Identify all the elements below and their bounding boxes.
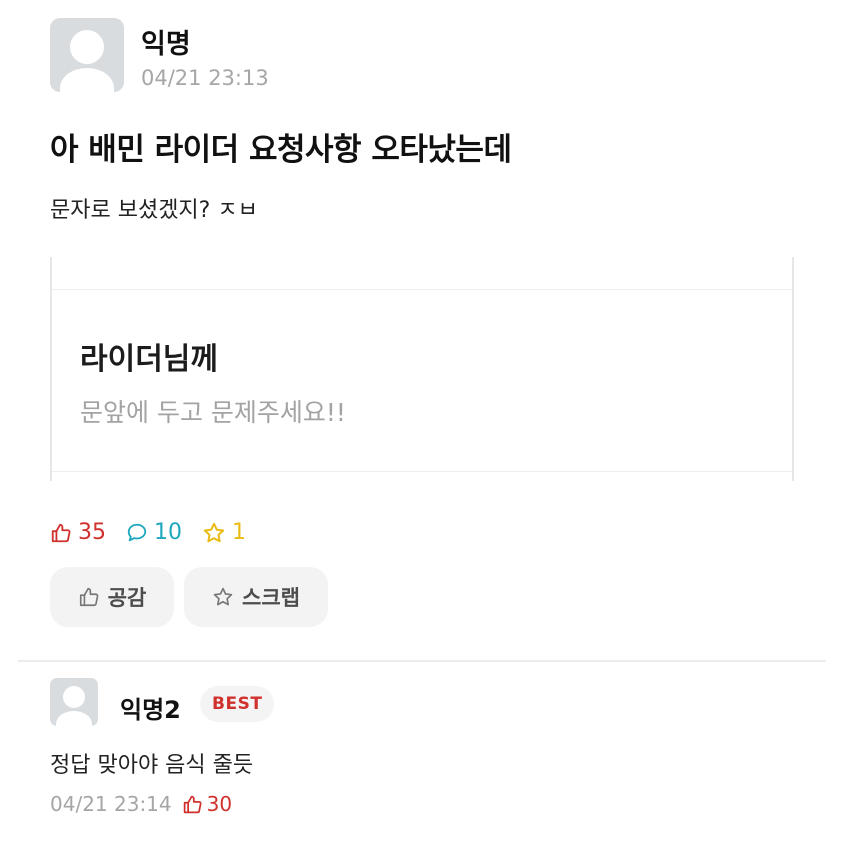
comment-like-value: 30	[206, 792, 233, 816]
image-heading: 라이더님께	[80, 342, 218, 377]
scrap-button-label: 스크랩	[242, 586, 300, 610]
post-author-name: 익명	[141, 29, 191, 60]
post-avatar[interactable]	[50, 18, 124, 92]
comment-count: 10	[126, 520, 182, 545]
comment-body: 정답 맞아야 음식 줄듯	[50, 753, 254, 778]
comment-count-value: 10	[154, 520, 182, 545]
like-count: 35	[50, 520, 106, 545]
image-divider-top	[52, 289, 792, 290]
scrap-button[interactable]: 스크랩	[184, 567, 328, 627]
image-text: 문앞에 두고 문제주세요!!	[80, 398, 346, 427]
post-title: 아 배민 라이더 요청사항 오타났는데	[50, 132, 512, 168]
comment-author-name: 익명2	[120, 696, 181, 724]
speech-bubble-icon	[127, 523, 147, 541]
post-body: 문자로 보셨겠지? ㅈㅂ	[50, 198, 258, 223]
scrap-count-value: 1	[232, 520, 246, 545]
thumbs-up-icon	[183, 795, 202, 813]
empathy-button[interactable]: 공감	[50, 567, 174, 627]
best-badge: BEST	[200, 686, 275, 722]
like-count-value: 35	[78, 520, 106, 545]
star-icon	[213, 587, 233, 606]
section-divider	[18, 660, 826, 662]
star-icon	[203, 522, 225, 542]
comment-meta: 04/21 23:14 30	[50, 792, 232, 816]
empathy-button-label: 공감	[107, 586, 147, 610]
scrap-count: 1	[202, 520, 246, 545]
post-timestamp: 04/21 23:13	[141, 66, 269, 90]
comment-like-count[interactable]: 30	[182, 792, 232, 816]
comment-timestamp: 04/21 23:14	[50, 792, 172, 816]
thumbs-up-icon	[79, 587, 99, 607]
image-divider-bottom	[52, 471, 792, 472]
comment-avatar[interactable]	[50, 678, 98, 726]
thumbs-up-icon	[51, 523, 71, 542]
